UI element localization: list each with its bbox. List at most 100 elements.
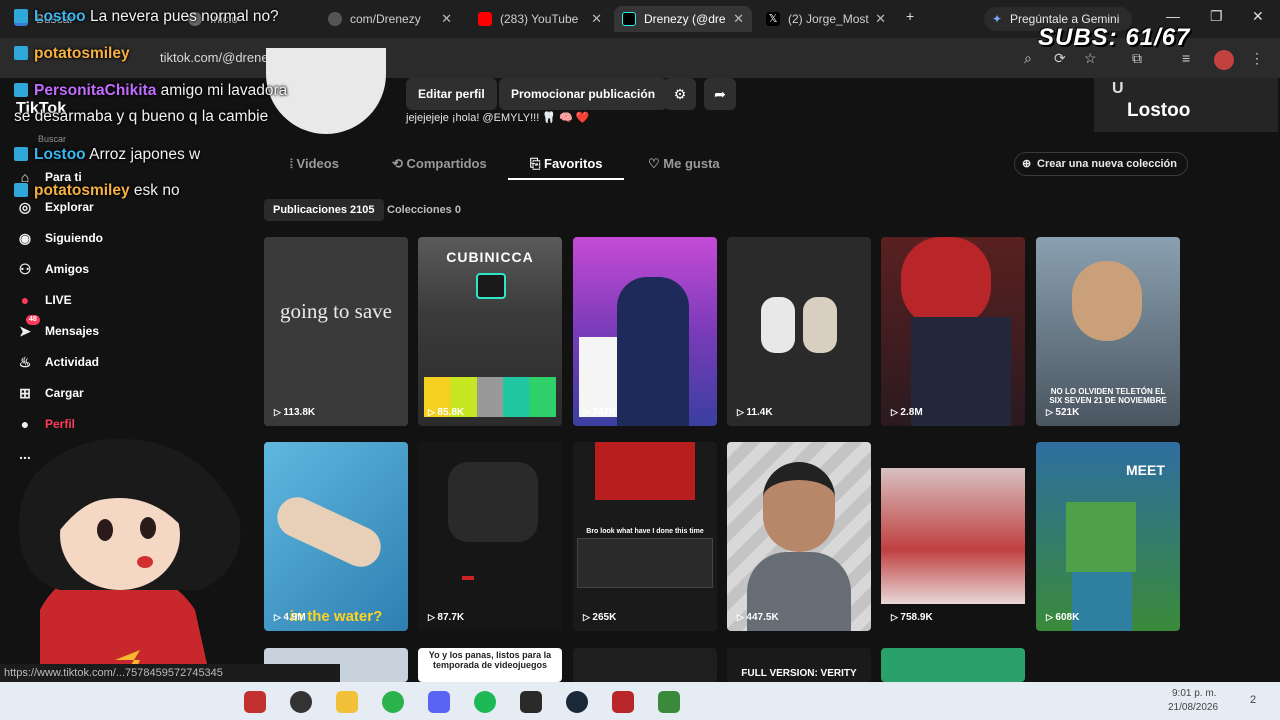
view-count: 11.4K bbox=[737, 407, 772, 418]
subtab-posts[interactable]: Publicaciones 2105 bbox=[264, 199, 384, 221]
sidebar-item-following[interactable]: ◉ Siguiendo bbox=[14, 226, 103, 250]
discord-icon[interactable] bbox=[428, 691, 450, 713]
tab-videos[interactable]: ⦙ Videos bbox=[290, 156, 339, 172]
view-count: 4.9M bbox=[274, 612, 305, 623]
screen: Buscar Inicio com/Drenezy ✕ (283) YouTub… bbox=[0, 0, 1280, 720]
video-thumbnail[interactable]: in the water? 4.9M bbox=[264, 442, 408, 631]
extensions-icon[interactable]: ⧉ bbox=[1132, 50, 1142, 67]
app-logo bbox=[476, 273, 506, 299]
chat-text: Arroz japones w bbox=[89, 146, 201, 163]
sidebar-item-label: Explorar bbox=[45, 200, 94, 214]
live-icon: ● bbox=[20, 292, 30, 308]
zoom-icon[interactable]: ⌕ bbox=[1024, 50, 1032, 67]
epic-games-icon[interactable] bbox=[520, 691, 542, 713]
profile-avatar-icon[interactable] bbox=[1214, 50, 1234, 70]
chrome-icon[interactable] bbox=[382, 691, 404, 713]
tab-x[interactable]: 𝕏 (2) Jorge_Most ✕ bbox=[758, 6, 894, 32]
close-tab-icon[interactable]: ✕ bbox=[441, 6, 452, 32]
notification-count[interactable]: 2 bbox=[1250, 694, 1256, 706]
view-count: 447.5K bbox=[737, 612, 778, 623]
video-caption: Bro look what have I done this time bbox=[586, 528, 704, 535]
video-thumbnail[interactable]: 758.9K bbox=[881, 442, 1025, 631]
tab-3[interactable]: com/Drenezy ✕ bbox=[320, 6, 460, 32]
sidebar-item-friends[interactable]: ⚇ Amigos bbox=[14, 257, 89, 281]
video-thumbnail[interactable] bbox=[573, 648, 717, 682]
streamer-card: U Lostoo bbox=[1094, 78, 1278, 132]
obs-icon[interactable] bbox=[290, 691, 312, 713]
cat-figure bbox=[761, 297, 795, 353]
spotify-icon[interactable] bbox=[474, 691, 496, 713]
clock-time[interactable]: 9:01 p. m. bbox=[1172, 688, 1216, 699]
streamer-initial: U bbox=[1112, 80, 1124, 97]
view-count: 608K bbox=[1046, 612, 1079, 623]
chat-user: potatosmiley bbox=[34, 182, 130, 199]
media-icon[interactable]: ≡ bbox=[1182, 50, 1190, 66]
tab-label: (2) Jorge_Most bbox=[788, 12, 869, 26]
close-tab-icon[interactable]: ✕ bbox=[875, 6, 886, 32]
folder-icon[interactable] bbox=[336, 691, 358, 713]
streamer-name: Lostoo bbox=[1127, 100, 1191, 121]
sidebar-item-messages[interactable]: ➤ 48 Mensajes bbox=[14, 315, 99, 343]
bloody-scene bbox=[881, 468, 1025, 604]
sidebar-item-live[interactable]: ● LIVE bbox=[14, 288, 72, 312]
video-thumbnail[interactable]: FULL VERSION: VERITY bbox=[727, 648, 871, 682]
view-count: 85.8K bbox=[428, 407, 464, 418]
sidebar-item-label: LIVE bbox=[45, 293, 72, 307]
tab-liked-label: Me gusta bbox=[663, 156, 720, 171]
sidebar-item-activity[interactable]: ♨ Actividad bbox=[14, 350, 99, 374]
close-tab-icon[interactable]: ✕ bbox=[591, 6, 602, 32]
url-field[interactable]: tiktok.com/@drenezy bbox=[160, 50, 282, 65]
steam-icon[interactable] bbox=[566, 691, 588, 713]
minecraft-icon[interactable] bbox=[658, 691, 680, 713]
maximize-icon[interactable]: ❐ bbox=[1210, 8, 1223, 25]
chat-user: PersonitaChikita bbox=[34, 82, 157, 99]
paper-sheet bbox=[579, 337, 617, 417]
share-icon[interactable]: ➦ bbox=[704, 78, 736, 110]
video-thumbnail[interactable]: MEET 608K bbox=[1036, 442, 1180, 631]
app-icon[interactable] bbox=[244, 691, 266, 713]
video-thumbnail[interactable]: 747K bbox=[573, 237, 717, 426]
video-thumbnail[interactable]: 2.8M bbox=[881, 237, 1025, 426]
tab-shared[interactable]: ⟲ Compartidos bbox=[392, 156, 487, 172]
view-count: 747K bbox=[583, 407, 616, 418]
cat-figure bbox=[803, 297, 837, 353]
tab-favorites[interactable]: ⎘ Favoritos bbox=[530, 156, 603, 172]
friends-icon: ⚇ bbox=[18, 261, 32, 277]
promote-post-button[interactable]: Promocionar publicación bbox=[499, 78, 668, 110]
view-count: 113.8K bbox=[274, 407, 315, 418]
search-input[interactable]: Buscar bbox=[38, 134, 66, 144]
video-thumbnail[interactable]: 87.7K bbox=[418, 442, 562, 631]
face bbox=[1072, 261, 1142, 341]
sidebar-item-upload[interactable]: ⊞ Cargar bbox=[14, 381, 84, 405]
close-window-icon[interactable]: ✕ bbox=[1252, 8, 1264, 25]
status-bar-url: https://www.tiktok.com/...75784595727453… bbox=[0, 664, 340, 682]
video-thumbnail[interactable]: 11.4K bbox=[727, 237, 871, 426]
view-count: 265K bbox=[583, 612, 616, 623]
video-thumbnail[interactable]: 447.5K bbox=[727, 442, 871, 631]
new-tab-button[interactable]: + bbox=[906, 8, 914, 24]
zombie-body bbox=[1072, 572, 1132, 631]
clock-date[interactable]: 21/08/2026 bbox=[1168, 702, 1218, 713]
unread-badge: 48 bbox=[26, 315, 40, 325]
close-tab-icon[interactable]: ✕ bbox=[733, 6, 744, 32]
video-thumbnail[interactable]: Bro look what have I done this time 265K bbox=[573, 442, 717, 631]
subtab-collections[interactable]: Colecciones 0 bbox=[378, 199, 470, 221]
star-icon[interactable]: ☆ bbox=[1084, 50, 1097, 67]
tab-tiktok-active[interactable]: Drenezy (@dre ✕ bbox=[614, 6, 752, 32]
sidebar-item-label: Cargar bbox=[45, 386, 84, 400]
video-thumbnail[interactable] bbox=[881, 648, 1025, 682]
video-thumbnail[interactable]: Yo y los panas, listos para la temporada… bbox=[418, 648, 562, 682]
settings-icon[interactable]: ⚙ bbox=[664, 78, 696, 110]
translate-icon[interactable]: ⟳ bbox=[1054, 50, 1066, 67]
video-thumbnail[interactable]: going to save 113.8K bbox=[264, 237, 408, 426]
video-thumbnail[interactable]: NO LO OLVIDEN TELETÓN EL SIX SEVEN 21 DE… bbox=[1036, 237, 1180, 426]
video-thumbnail[interactable]: CUBINICCA 85.8K bbox=[418, 237, 562, 426]
tab-youtube[interactable]: (283) YouTube ✕ bbox=[470, 6, 610, 32]
red-hair bbox=[901, 237, 991, 327]
edit-profile-button[interactable]: Editar perfil bbox=[406, 78, 497, 110]
minimize-icon[interactable]: — bbox=[1166, 8, 1180, 24]
tab-liked[interactable]: ♡ Me gusta bbox=[648, 156, 720, 172]
app-icon[interactable] bbox=[612, 691, 634, 713]
menu-icon[interactable]: ⋮ bbox=[1250, 50, 1264, 67]
create-collection-button[interactable]: ⊕ Crear una nueva colección bbox=[1014, 152, 1188, 176]
